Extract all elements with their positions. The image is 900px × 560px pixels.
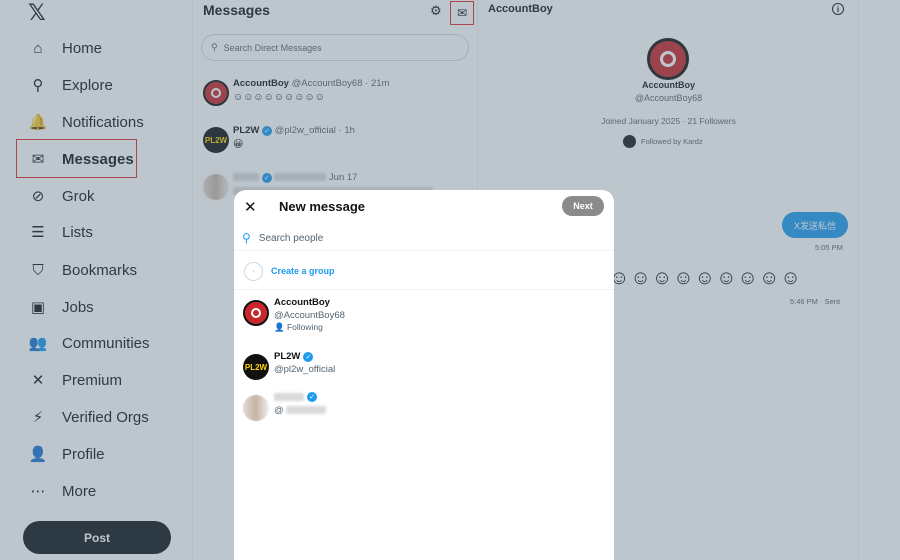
person-name: PL2W bbox=[274, 351, 301, 362]
person-row[interactable]: PL2W PL2W ✓ @pl2w_official bbox=[243, 351, 603, 395]
people-search: ⚲ bbox=[234, 226, 614, 251]
person-row[interactable]: AccountBoy @AccountBoy68 👤 Following bbox=[243, 297, 603, 341]
person-name: AccountBoy bbox=[274, 297, 330, 308]
person-name-row: AccountBoy bbox=[274, 297, 330, 308]
person-handle: @ bbox=[274, 405, 284, 416]
following-label: Following bbox=[286, 322, 323, 332]
avatar bbox=[243, 300, 269, 326]
verified-badge-icon: ✓ bbox=[303, 351, 314, 362]
person-row[interactable]: ✓ @ bbox=[243, 392, 603, 436]
person-handle: @AccountBoy68 bbox=[274, 310, 345, 321]
person-name-row: PL2W ✓ bbox=[274, 351, 314, 362]
avatar: PL2W bbox=[243, 354, 269, 380]
person-icon: 👤 bbox=[274, 322, 285, 332]
person-handle-blurred: @ bbox=[274, 405, 327, 416]
search-icon: ⚲ bbox=[242, 231, 251, 245]
next-button[interactable]: Next bbox=[562, 196, 604, 216]
group-icon: · bbox=[244, 261, 263, 281]
blurred-name bbox=[274, 393, 304, 401]
person-name-row: ✓ bbox=[274, 392, 317, 402]
verified-badge-icon: ✓ bbox=[307, 392, 317, 402]
person-handle: @pl2w_official bbox=[274, 364, 336, 375]
new-message-modal: ✕ New message Next ⚲ · Create a group Ac… bbox=[234, 190, 614, 560]
blurred-handle bbox=[286, 406, 327, 415]
create-group-item[interactable]: · Create a group bbox=[234, 253, 614, 290]
modal-title: New message bbox=[279, 199, 365, 214]
create-group-label: Create a group bbox=[271, 266, 335, 276]
app-window: 𝕏 ⌂ Home ⚲ Explore 🔔 Notifications ✉ Mes… bbox=[0, 0, 900, 560]
avatar bbox=[243, 395, 269, 421]
people-search-input[interactable] bbox=[258, 232, 559, 244]
close-icon[interactable]: ✕ bbox=[244, 198, 257, 216]
following-status: 👤 Following bbox=[274, 322, 323, 333]
